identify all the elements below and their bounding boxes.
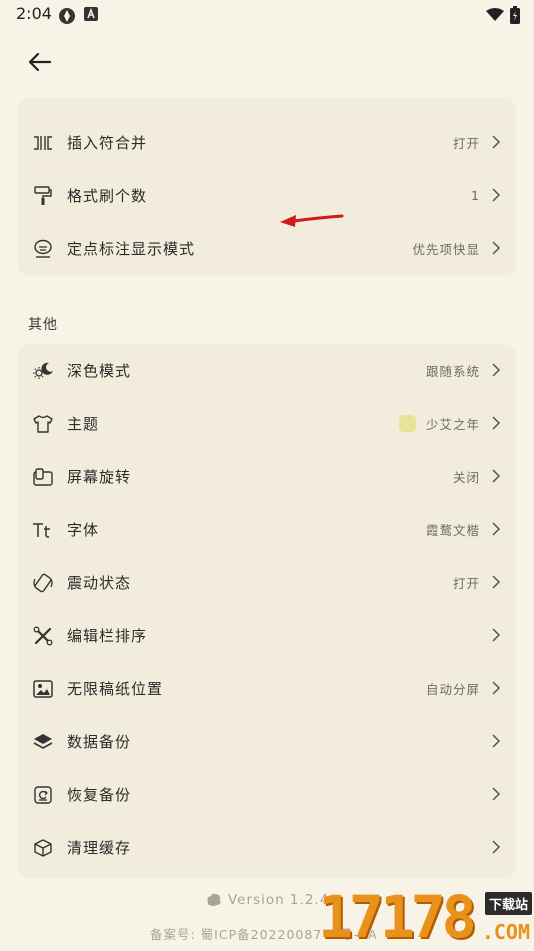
setting-value: 1 [471, 188, 480, 203]
setting-label: 编辑栏排序 [67, 627, 148, 645]
setting-row-font[interactable]: 字体 霞鹜文楷 [18, 503, 516, 556]
day-night-icon [32, 360, 54, 382]
chevron-right-icon [492, 469, 501, 483]
chevron-right-icon [492, 787, 501, 801]
setting-label: 定点标注显示模式 [67, 240, 196, 258]
paint-roller-icon [32, 185, 54, 207]
back-button[interactable] [22, 46, 58, 78]
merge-cursor-icon [32, 132, 54, 154]
section-title-other: 其他 [28, 317, 58, 333]
setting-row-toolbar-order[interactable]: 编辑栏排序 [18, 609, 516, 662]
battery-icon [510, 6, 520, 24]
box-icon [32, 837, 54, 859]
setting-value: 跟随系统 [425, 364, 480, 379]
setting-label: 无限稿纸位置 [67, 680, 164, 698]
setting-label: 屏幕旋转 [67, 468, 132, 486]
annotation-icon [32, 238, 54, 260]
screen-rotate-icon [32, 466, 54, 488]
site-watermark-logo: 17178 下载站 .COM [318, 884, 534, 950]
setting-row-clear-cache[interactable]: 清理缓存 [18, 821, 516, 874]
chevron-right-icon [492, 188, 501, 202]
shirt-icon [32, 413, 54, 435]
setting-label: 格式刷个数 [67, 187, 148, 205]
setting-value: 打开 [452, 136, 480, 151]
chevron-right-icon [492, 241, 501, 255]
font-icon [32, 519, 54, 541]
setting-row-dark-mode[interactable]: 深色模式 跟随系统 [18, 344, 516, 397]
watermark-digits: 17178 [318, 883, 477, 951]
watermark-badge: 下载站 [484, 892, 532, 915]
tools-icon [32, 625, 54, 647]
other-settings-card: 深色模式 跟随系统 主题 少艾之年 屏幕旋转 关闭 字体 霞鹜文楷 震动状态 打… [18, 344, 516, 878]
chevron-right-icon [492, 575, 501, 589]
setting-row-annotation-mode[interactable]: 定点标注显示模式 优先项快显 [18, 222, 516, 275]
setting-label: 深色模式 [67, 362, 132, 380]
setting-label: 字体 [67, 521, 100, 539]
layers-icon [32, 731, 54, 753]
setting-label: 清理缓存 [67, 839, 132, 857]
app-notification-icon [59, 8, 75, 24]
chevron-right-icon [492, 628, 501, 642]
chevron-right-icon [492, 734, 501, 748]
arrow-left-icon [28, 52, 52, 72]
editor-settings-card: 插入符合并 打开 格式刷个数 1 定点标注显示模式 优先项快显 [18, 98, 516, 276]
setting-value: 自动分屏 [425, 682, 480, 697]
setting-value: 关闭 [452, 470, 480, 485]
chevron-right-icon [492, 363, 501, 377]
setting-label: 数据备份 [67, 733, 132, 751]
setting-row-format-brush[interactable]: 格式刷个数 1 [18, 169, 516, 222]
chevron-right-icon [492, 416, 501, 430]
setting-row-vibration[interactable]: 震动状态 打开 [18, 556, 516, 609]
setting-row-theme[interactable]: 主题 少艾之年 [18, 397, 516, 450]
setting-value: 少艾之年 [425, 417, 480, 432]
setting-value: 霞鹜文楷 [425, 523, 480, 538]
status-right [486, 6, 520, 24]
status-bar: 2:04 [0, 0, 534, 30]
image-frame-icon [32, 678, 54, 700]
vibration-icon [32, 572, 54, 594]
restore-icon [32, 784, 54, 806]
status-time: 2:04 [16, 4, 52, 23]
setting-row-cursor-merge[interactable]: 插入符合并 打开 [18, 116, 516, 169]
red-arrow-annotation-icon [280, 214, 344, 227]
theme-color-swatch [399, 415, 416, 432]
version-text: Version 1.2.4 [228, 892, 330, 908]
chevron-right-icon [492, 840, 501, 854]
setting-row-screen-rotation[interactable]: 屏幕旋转 关闭 [18, 450, 516, 503]
chevron-right-icon [492, 522, 501, 536]
setting-label: 恢复备份 [67, 786, 132, 804]
app-version: Version 1.2.4 [206, 892, 329, 908]
setting-row-restore-backup[interactable]: 恢复备份 [18, 768, 516, 821]
watermark-domain: .COM [481, 920, 530, 944]
setting-label: 插入符合并 [67, 134, 148, 152]
setting-row-data-backup[interactable]: 数据备份 [18, 715, 516, 768]
chevron-right-icon [492, 135, 501, 149]
setting-row-infinite-paper[interactable]: 无限稿纸位置 自动分屏 [18, 662, 516, 715]
setting-value: 打开 [452, 576, 480, 591]
app-logo-icon [207, 893, 221, 906]
setting-value: 优先项快显 [412, 242, 480, 257]
setting-label: 主题 [67, 415, 100, 433]
a-notification-icon [84, 7, 98, 21]
setting-label: 震动状态 [67, 574, 132, 592]
chevron-right-icon [492, 681, 501, 695]
wifi-icon [486, 8, 504, 21]
